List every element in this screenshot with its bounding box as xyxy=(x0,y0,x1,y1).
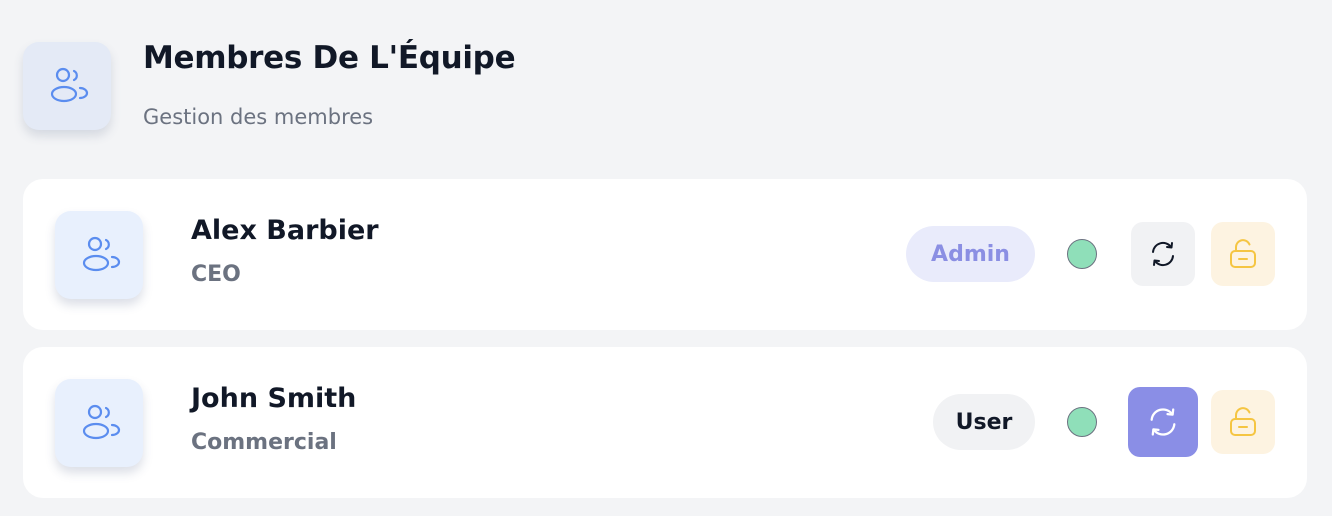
users-icon xyxy=(45,64,89,108)
member-role: Commercial xyxy=(191,430,337,455)
member-card: John Smith Commercial User xyxy=(23,347,1307,498)
reset-button[interactable] xyxy=(1128,387,1198,457)
status-indicator xyxy=(1067,239,1097,269)
member-card: Alex Barbier CEO Admin xyxy=(23,179,1307,330)
users-icon xyxy=(77,233,121,277)
reset-button[interactable] xyxy=(1131,222,1195,286)
member-name: John Smith xyxy=(191,383,357,414)
member-role: CEO xyxy=(191,262,241,287)
role-badge: User xyxy=(933,394,1035,450)
avatar xyxy=(55,379,143,467)
users-icon xyxy=(77,401,121,445)
refresh-icon xyxy=(1148,239,1178,269)
page-title: Membres De L'Équipe xyxy=(143,40,516,76)
role-badge: Admin xyxy=(906,226,1035,282)
unlock-button[interactable] xyxy=(1211,222,1275,286)
unlock-button[interactable] xyxy=(1211,390,1275,454)
status-indicator xyxy=(1067,407,1097,437)
refresh-icon xyxy=(1146,405,1180,439)
unlock-icon xyxy=(1226,237,1260,271)
member-name: Alex Barbier xyxy=(191,215,379,246)
unlock-icon xyxy=(1226,405,1260,439)
header-icon-tile xyxy=(23,42,111,130)
avatar xyxy=(55,211,143,299)
page-subtitle: Gestion des membres xyxy=(143,105,374,129)
